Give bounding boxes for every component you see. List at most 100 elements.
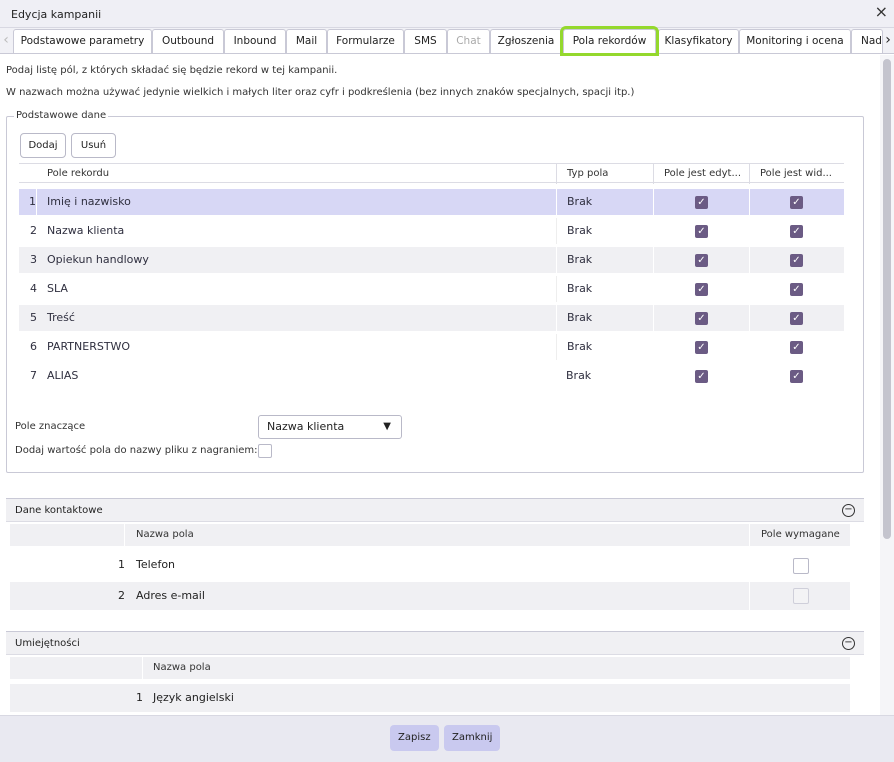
row-field-type: Brak bbox=[556, 247, 653, 273]
visible-checkbox[interactable]: ✓ bbox=[790, 196, 803, 209]
visible-checkbox[interactable]: ✓ bbox=[790, 254, 803, 267]
row-field-type: Brak bbox=[566, 369, 592, 382]
tab-zgloszenia[interactable]: Zgłoszenia bbox=[490, 29, 562, 53]
row-number: 3 bbox=[30, 253, 37, 266]
row-field-name: Telefon bbox=[136, 558, 176, 571]
save-button[interactable]: Zapisz bbox=[390, 725, 439, 751]
content-area: Podaj listę pól, z których składać się b… bbox=[0, 55, 880, 715]
close-button[interactable]: Zamknij bbox=[444, 725, 501, 751]
skills-section-title: Umiejętności bbox=[15, 638, 80, 649]
row-number: 2 bbox=[30, 224, 37, 237]
editable-checkbox[interactable]: ✓ bbox=[695, 254, 708, 267]
col-nazwa-pola: Nazwa pola bbox=[153, 662, 211, 673]
list-item[interactable]: 2 Adres e-mail bbox=[10, 582, 850, 610]
tab-scroll-right-icon[interactable]: › bbox=[882, 28, 894, 54]
close-icon[interactable]: × bbox=[875, 3, 888, 21]
dialog-footer: Zapisz Zamknij bbox=[0, 715, 894, 762]
table-row[interactable]: 6 PARTNERSTWO Brak ✓ ✓ bbox=[19, 334, 844, 360]
tab-mail[interactable]: Mail bbox=[286, 29, 327, 53]
tab-chat: Chat bbox=[447, 29, 490, 53]
tab-monitoring-i-ocena[interactable]: Monitoring i ocena bbox=[739, 29, 851, 53]
required-checkbox[interactable] bbox=[793, 588, 809, 604]
visible-checkbox[interactable]: ✓ bbox=[790, 312, 803, 325]
visible-checkbox[interactable]: ✓ bbox=[790, 370, 803, 383]
col-nazwa-pola: Nazwa pola bbox=[136, 529, 194, 540]
table-row[interactable]: 5 Treść Brak ✓ ✓ bbox=[19, 305, 844, 331]
tab-inbound[interactable]: Inbound bbox=[224, 29, 286, 53]
info-line-1: Podaj listę pól, z których składać się b… bbox=[6, 65, 338, 76]
significant-field-label: Pole znaczące bbox=[15, 421, 86, 432]
records-grid-header: Pole rekordu Typ pola Pole jest edyt... … bbox=[19, 163, 844, 184]
tab-bar: ‹ Podstawowe parametry Outbound Inbound … bbox=[0, 26, 894, 56]
scrollbar-thumb[interactable] bbox=[883, 59, 891, 539]
vertical-scrollbar[interactable] bbox=[880, 55, 894, 715]
row-field-type: Brak bbox=[556, 276, 653, 302]
row-number: 4 bbox=[30, 282, 37, 295]
tab-pola-rekordow[interactable]: Pola rekordów bbox=[560, 26, 659, 56]
row-field-name: Język angielski bbox=[153, 691, 234, 704]
list-item[interactable]: 1 Język angielski bbox=[10, 684, 850, 712]
col-edytowalne: Pole jest edyt... bbox=[653, 164, 749, 184]
tab-nadzor[interactable]: Nad bbox=[851, 29, 883, 53]
editable-checkbox[interactable]: ✓ bbox=[695, 341, 708, 354]
editable-checkbox[interactable]: ✓ bbox=[695, 283, 708, 296]
table-row[interactable]: 2 Nazwa klienta Brak ✓ ✓ bbox=[19, 218, 844, 244]
row-number: 5 bbox=[30, 311, 37, 324]
collapse-icon[interactable]: − bbox=[842, 637, 855, 650]
visible-checkbox[interactable]: ✓ bbox=[790, 341, 803, 354]
add-to-filename-checkbox[interactable] bbox=[258, 444, 272, 458]
row-field-type: Brak bbox=[556, 334, 653, 360]
row-field-name: Nazwa klienta bbox=[47, 224, 125, 237]
col-pole-wymagane: Pole wymagane bbox=[749, 524, 850, 546]
remove-button[interactable]: Usuń bbox=[71, 133, 116, 158]
tab-podstawowe-parametry[interactable]: Podstawowe parametry bbox=[13, 29, 152, 53]
collapse-icon[interactable]: − bbox=[842, 504, 855, 517]
row-field-name: Imię i nazwisko bbox=[47, 195, 131, 208]
skills-grid-header: Nazwa pola bbox=[10, 657, 850, 679]
row-number: 7 bbox=[30, 369, 37, 382]
add-to-filename-label: Dodaj wartość pola do nazwy pliku z nagr… bbox=[15, 445, 258, 456]
title-bar: Edycja kampanii × bbox=[0, 0, 894, 28]
table-row[interactable]: 3 Opiekun handlowy Brak ✓ ✓ bbox=[19, 247, 844, 273]
tab-klasyfikatory[interactable]: Klasyfikatory bbox=[658, 29, 739, 53]
editable-checkbox[interactable]: ✓ bbox=[695, 196, 708, 209]
editable-checkbox[interactable]: ✓ bbox=[695, 370, 708, 383]
row-field-name: ALIAS bbox=[47, 369, 79, 382]
contact-section-title: Dane kontaktowe bbox=[15, 505, 103, 516]
editable-checkbox[interactable]: ✓ bbox=[695, 312, 708, 325]
row-field-name: PARTNERSTWO bbox=[47, 340, 131, 353]
window-title: Edycja kampanii bbox=[11, 8, 102, 21]
row-number: 1 bbox=[19, 189, 37, 215]
table-row[interactable]: 7 ALIAS Brak ✓ ✓ bbox=[19, 363, 844, 389]
table-row[interactable]: 1 Imię i nazwisko Brak ✓ ✓ bbox=[19, 189, 844, 215]
significant-field-select[interactable]: Nazwa klienta ▼ bbox=[258, 415, 402, 439]
row-field-type: Brak bbox=[556, 218, 653, 244]
visible-checkbox[interactable]: ✓ bbox=[790, 225, 803, 238]
row-field-type: Brak bbox=[556, 189, 653, 215]
row-field-name: Adres e-mail bbox=[136, 589, 205, 602]
row-field-name: Opiekun handlowy bbox=[47, 253, 149, 266]
info-line-2: W nazwach można używać jedynie wielkich … bbox=[6, 87, 635, 98]
row-number: 6 bbox=[30, 340, 37, 353]
list-item[interactable]: 1 Telefon bbox=[10, 551, 850, 579]
tab-sms[interactable]: SMS bbox=[404, 29, 447, 53]
col-typ-pola: Typ pola bbox=[556, 164, 653, 184]
contact-section-header[interactable]: Dane kontaktowe − bbox=[6, 498, 864, 522]
significant-field-value: Nazwa klienta bbox=[267, 420, 345, 433]
col-pole-rekordu: Pole rekordu bbox=[47, 168, 110, 179]
chevron-down-icon: ▼ bbox=[383, 421, 391, 432]
row-number: 1 bbox=[136, 691, 143, 704]
row-field-name: Treść bbox=[47, 311, 75, 324]
row-number: 1 bbox=[118, 558, 125, 571]
required-checkbox[interactable] bbox=[793, 558, 809, 574]
skills-section-header[interactable]: Umiejętności − bbox=[6, 631, 864, 655]
contact-grid-header: Nazwa pola Pole wymagane bbox=[10, 524, 850, 546]
editable-checkbox[interactable]: ✓ bbox=[695, 225, 708, 238]
tab-outbound[interactable]: Outbound bbox=[152, 29, 224, 53]
table-row[interactable]: 4 SLA Brak ✓ ✓ bbox=[19, 276, 844, 302]
add-button[interactable]: Dodaj bbox=[20, 133, 66, 158]
basic-data-legend: Podstawowe dane bbox=[14, 110, 109, 121]
tab-formularze[interactable]: Formularze bbox=[327, 29, 404, 53]
visible-checkbox[interactable]: ✓ bbox=[790, 283, 803, 296]
tab-scroll-left-icon[interactable]: ‹ bbox=[0, 28, 12, 54]
